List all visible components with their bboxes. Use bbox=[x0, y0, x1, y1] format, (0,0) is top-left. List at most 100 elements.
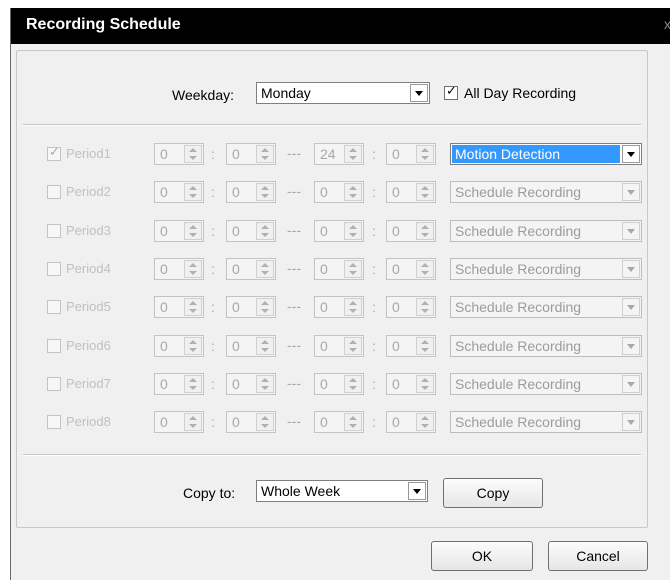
end-minute-spinner[interactable]: 0 bbox=[386, 181, 436, 203]
spin-arrows-icon[interactable] bbox=[256, 260, 274, 278]
start-hour-spinner[interactable]: 0 bbox=[154, 258, 204, 280]
end-hour-spinner[interactable]: 0 bbox=[314, 296, 364, 318]
period-checkbox[interactable] bbox=[47, 339, 61, 353]
spin-arrows-icon[interactable] bbox=[344, 145, 362, 163]
end-minute-spinner[interactable]: 0 bbox=[386, 220, 436, 242]
start-minute-spinner[interactable]: 0 bbox=[226, 411, 276, 433]
spin-arrows-icon[interactable] bbox=[256, 298, 274, 316]
chevron-down-icon[interactable] bbox=[622, 375, 640, 393]
end-minute-spinner[interactable]: 0 bbox=[386, 258, 436, 280]
start-hour-spinner[interactable]: 0 bbox=[154, 143, 204, 165]
start-minute-spinner[interactable]: 0 bbox=[226, 220, 276, 242]
end-hour-spinner[interactable]: 24 bbox=[314, 143, 364, 165]
recording-mode-select[interactable]: Schedule Recording bbox=[450, 296, 642, 318]
spin-arrows-icon[interactable] bbox=[256, 183, 274, 201]
end-minute-spinner-value: 0 bbox=[392, 338, 400, 354]
spin-arrows-icon[interactable] bbox=[344, 375, 362, 393]
spin-arrows-icon[interactable] bbox=[256, 222, 274, 240]
start-minute-spinner[interactable]: 0 bbox=[226, 296, 276, 318]
spin-arrows-icon[interactable] bbox=[344, 260, 362, 278]
chevron-down-icon[interactable] bbox=[622, 145, 640, 163]
period-label: Period4 bbox=[66, 261, 111, 276]
recording-mode-select[interactable]: Schedule Recording bbox=[450, 220, 642, 242]
end-minute-spinner[interactable]: 0 bbox=[386, 373, 436, 395]
spin-arrows-icon[interactable] bbox=[416, 298, 434, 316]
spin-arrows-icon[interactable] bbox=[344, 222, 362, 240]
spin-arrows-icon[interactable] bbox=[184, 183, 202, 201]
recording-mode-select[interactable]: Schedule Recording bbox=[450, 181, 642, 203]
spin-arrows-icon[interactable] bbox=[256, 413, 274, 431]
recording-mode-select[interactable]: Schedule Recording bbox=[450, 411, 642, 433]
spin-arrows-icon[interactable] bbox=[344, 413, 362, 431]
chevron-down-icon[interactable] bbox=[622, 298, 640, 316]
start-minute-spinner[interactable]: 0 bbox=[226, 373, 276, 395]
start-minute-spinner[interactable]: 0 bbox=[226, 258, 276, 280]
period-checkbox[interactable] bbox=[47, 377, 61, 391]
end-minute-spinner[interactable]: 0 bbox=[386, 335, 436, 357]
spin-arrows-icon[interactable] bbox=[344, 298, 362, 316]
spin-arrows-icon[interactable] bbox=[416, 222, 434, 240]
weekday-select[interactable]: Monday bbox=[256, 82, 430, 104]
chevron-down-icon[interactable] bbox=[410, 84, 428, 102]
period-checkbox[interactable] bbox=[47, 262, 61, 276]
chevron-down-icon[interactable] bbox=[622, 222, 640, 240]
recording-mode-select[interactable]: Motion Detection bbox=[450, 143, 642, 165]
spin-arrows-icon[interactable] bbox=[256, 375, 274, 393]
end-minute-spinner[interactable]: 0 bbox=[386, 296, 436, 318]
start-minute-spinner[interactable]: 0 bbox=[226, 181, 276, 203]
period-checkbox[interactable] bbox=[47, 415, 61, 429]
spin-arrows-icon[interactable] bbox=[416, 260, 434, 278]
start-hour-spinner[interactable]: 0 bbox=[154, 335, 204, 357]
spin-arrows-icon[interactable] bbox=[184, 375, 202, 393]
spin-arrows-icon[interactable] bbox=[344, 183, 362, 201]
start-hour-spinner[interactable]: 0 bbox=[154, 181, 204, 203]
copy-button[interactable]: Copy bbox=[443, 478, 543, 508]
end-hour-spinner[interactable]: 0 bbox=[314, 335, 364, 357]
spin-arrows-icon[interactable] bbox=[184, 260, 202, 278]
spin-arrows-icon[interactable] bbox=[416, 413, 434, 431]
chevron-down-icon[interactable] bbox=[622, 413, 640, 431]
spin-arrows-icon[interactable] bbox=[184, 298, 202, 316]
all-day-recording-checkbox[interactable] bbox=[444, 84, 458, 100]
spin-arrows-icon[interactable] bbox=[184, 337, 202, 355]
start-hour-spinner[interactable]: 0 bbox=[154, 220, 204, 242]
chevron-down-icon[interactable] bbox=[622, 183, 640, 201]
spin-arrows-icon[interactable] bbox=[184, 413, 202, 431]
end-hour-spinner[interactable]: 0 bbox=[314, 373, 364, 395]
spin-arrows-icon[interactable] bbox=[184, 145, 202, 163]
spin-arrows-icon[interactable] bbox=[344, 337, 362, 355]
period-checkbox[interactable] bbox=[47, 145, 61, 161]
spin-arrows-icon[interactable] bbox=[416, 145, 434, 163]
recording-mode-select[interactable]: Schedule Recording bbox=[450, 335, 642, 357]
ok-button[interactable]: OK bbox=[431, 541, 533, 571]
end-minute-spinner[interactable]: 0 bbox=[386, 143, 436, 165]
start-hour-spinner-value: 0 bbox=[160, 146, 168, 162]
end-hour-spinner[interactable]: 0 bbox=[314, 220, 364, 242]
spin-arrows-icon[interactable] bbox=[416, 183, 434, 201]
copy-to-select[interactable]: Whole Week bbox=[256, 480, 428, 502]
spin-arrows-icon[interactable] bbox=[256, 337, 274, 355]
spin-arrows-icon[interactable] bbox=[416, 337, 434, 355]
period-checkbox[interactable] bbox=[47, 300, 61, 314]
chevron-down-icon[interactable] bbox=[622, 260, 640, 278]
start-minute-spinner[interactable]: 0 bbox=[226, 335, 276, 357]
recording-mode-select[interactable]: Schedule Recording bbox=[450, 258, 642, 280]
recording-mode-select[interactable]: Schedule Recording bbox=[450, 373, 642, 395]
start-hour-spinner[interactable]: 0 bbox=[154, 373, 204, 395]
end-hour-spinner[interactable]: 0 bbox=[314, 181, 364, 203]
close-icon[interactable]: x bbox=[664, 16, 670, 32]
end-hour-spinner[interactable]: 0 bbox=[314, 411, 364, 433]
cancel-button[interactable]: Cancel bbox=[548, 541, 648, 571]
end-minute-spinner[interactable]: 0 bbox=[386, 411, 436, 433]
spin-arrows-icon[interactable] bbox=[184, 222, 202, 240]
chevron-down-icon[interactable] bbox=[408, 482, 426, 500]
start-hour-spinner[interactable]: 0 bbox=[154, 411, 204, 433]
start-hour-spinner[interactable]: 0 bbox=[154, 296, 204, 318]
start-minute-spinner[interactable]: 0 bbox=[226, 143, 276, 165]
chevron-down-icon[interactable] bbox=[622, 337, 640, 355]
period-checkbox[interactable] bbox=[47, 185, 61, 199]
end-hour-spinner[interactable]: 0 bbox=[314, 258, 364, 280]
period-checkbox[interactable] bbox=[47, 224, 61, 238]
spin-arrows-icon[interactable] bbox=[256, 145, 274, 163]
spin-arrows-icon[interactable] bbox=[416, 375, 434, 393]
